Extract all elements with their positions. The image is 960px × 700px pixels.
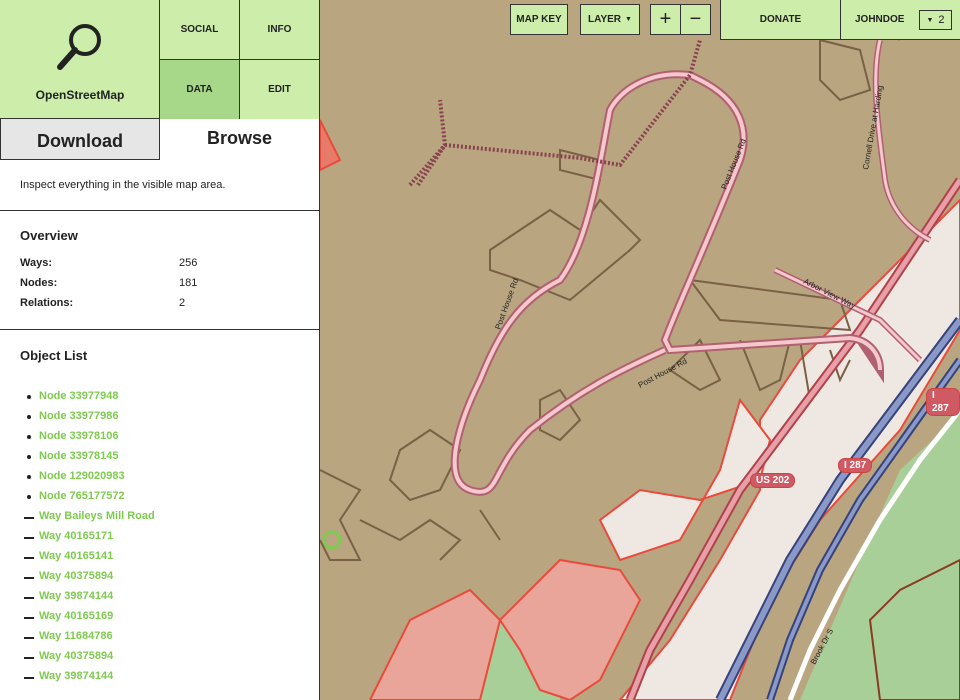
ways-label: Ways: — [20, 257, 52, 269]
donate-button[interactable]: DONATE — [721, 0, 841, 39]
object-list-title: Object List — [20, 348, 88, 363]
node-bullet-icon — [24, 430, 39, 442]
layer-button[interactable]: LAYER ▼ — [580, 4, 640, 35]
nav-info[interactable]: INFO — [240, 0, 319, 60]
list-item-label: Node 765177572 — [39, 490, 125, 502]
list-item-label: Way 39874144 — [39, 590, 114, 602]
tab-download[interactable]: Download — [0, 119, 160, 160]
overview-title: Overview — [20, 228, 78, 243]
nav-edit[interactable]: EDIT — [240, 60, 319, 120]
list-item-label: Node 33977986 — [39, 410, 119, 422]
list-item-label: Node 33977948 — [39, 390, 119, 402]
way-dash-icon — [24, 650, 39, 662]
way-dash-icon — [24, 590, 39, 602]
divider — [0, 210, 319, 211]
list-item[interactable]: Node 33978145 — [24, 446, 155, 466]
magnifier-icon — [57, 24, 101, 70]
list-item[interactable]: Way 39874144 — [24, 586, 155, 606]
list-item[interactable]: Node 129020983 — [24, 466, 155, 486]
list-item[interactable]: Node 33977986 — [24, 406, 155, 426]
list-item-label: Way 40165169 — [39, 610, 114, 622]
list-item-label: Node 33978106 — [39, 430, 119, 442]
nav-data[interactable]: DATA — [160, 60, 240, 120]
i287-shield: I 287 — [838, 458, 873, 473]
list-item-label: Node 33978145 — [39, 450, 119, 462]
zoom-in-button[interactable]: + — [650, 4, 681, 35]
way-dash-icon — [24, 510, 39, 522]
list-item-label: Way 11684786 — [39, 630, 113, 642]
logo-tile[interactable]: OpenStreetMap — [0, 0, 160, 119]
list-item[interactable]: Way 40375894 — [24, 566, 155, 586]
list-item-label: Way 40165171 — [39, 530, 114, 542]
list-item[interactable]: Way 40165169 — [24, 606, 155, 626]
relations-label: Relations: — [20, 297, 74, 309]
layer-label: LAYER — [588, 14, 622, 25]
notification-count: 2 — [938, 14, 945, 26]
object-list: Node 33977948 Node 33977986 Node 33978106 N… — [24, 386, 155, 686]
nodes-value: 181 — [179, 277, 198, 289]
way-dash-icon — [24, 530, 39, 542]
list-item[interactable]: Way 11684786 — [24, 626, 155, 646]
list-item-label: Way 39874144 — [39, 670, 114, 682]
relations-value: 2 — [179, 297, 186, 309]
way-dash-icon — [24, 670, 39, 682]
list-item[interactable]: Node 33977948 — [24, 386, 155, 406]
username-menu[interactable]: JOHNDOE — [855, 14, 904, 25]
list-item[interactable]: Node 765177572 — [24, 486, 155, 506]
list-item-label: Way 40375894 — [39, 650, 114, 662]
list-item[interactable]: Way 40375894 — [24, 646, 155, 666]
list-item-label: Node 129020983 — [39, 470, 125, 482]
browse-description: Inspect everything in the visible map ar… — [20, 179, 226, 191]
logo-label: OpenStreetMap — [35, 88, 125, 102]
list-item[interactable]: Way 40165141 — [24, 546, 155, 566]
ways-value: 256 — [179, 257, 198, 269]
list-item[interactable]: Way 40165171 — [24, 526, 155, 546]
node-bullet-icon — [24, 490, 39, 502]
way-dash-icon — [24, 610, 39, 622]
tab-bar: Download Browse — [0, 119, 319, 160]
node-bullet-icon — [24, 450, 39, 462]
sidebar: OpenStreetMap SOCIAL INFO DATA EDIT Down… — [0, 0, 320, 700]
list-item[interactable]: Node 33978106 — [24, 426, 155, 446]
list-item-label: Way 40165141 — [39, 550, 114, 562]
node-bullet-icon — [24, 470, 39, 482]
way-dash-icon — [24, 570, 39, 582]
us202-shield: US 202 — [750, 473, 796, 488]
divider — [0, 329, 319, 330]
node-bullet-icon — [24, 390, 39, 402]
list-item-label: Way Baileys Mill Road — [39, 510, 155, 522]
chevron-down-icon: ▼ — [926, 16, 934, 24]
map-key-button[interactable]: MAP KEY — [510, 4, 568, 35]
notifications-button[interactable]: ▼ 2 — [919, 10, 952, 30]
tab-browse[interactable]: Browse — [160, 119, 319, 160]
list-item[interactable]: Way Baileys Mill Road — [24, 506, 155, 526]
account-bar: DONATE JOHNDOE ▼ 2 — [720, 0, 960, 40]
nav-social[interactable]: SOCIAL — [160, 0, 240, 60]
node-bullet-icon — [24, 410, 39, 422]
i287-shield-2: I 287 — [926, 388, 960, 416]
zoom-out-button[interactable]: − — [680, 4, 711, 35]
way-dash-icon — [24, 550, 39, 562]
way-dash-icon — [24, 630, 39, 642]
list-item-label: Way 40375894 — [39, 570, 114, 582]
chevron-down-icon: ▼ — [625, 16, 632, 23]
nodes-label: Nodes: — [20, 277, 58, 289]
list-item[interactable]: Way 39874144 — [24, 666, 155, 686]
